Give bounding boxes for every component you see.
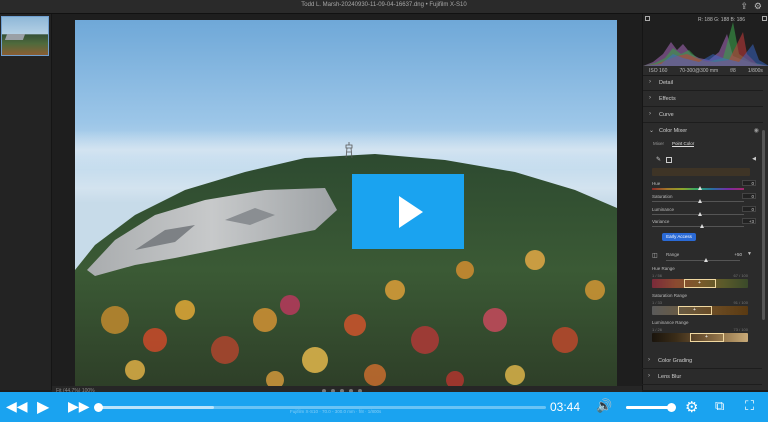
hue-value[interactable]: 0: [742, 180, 756, 186]
chevron-right-icon: ›: [649, 79, 651, 85]
fire-tower: [345, 142, 353, 158]
volume-icon[interactable]: 🔊: [596, 397, 612, 417]
faint-caption: Fujifilm X-S10 · 70.0 - 300.0 mm · f/8 ·…: [290, 409, 382, 414]
caret-left-icon[interactable]: ◀: [752, 156, 756, 162]
range-value[interactable]: +50: [734, 252, 742, 257]
chevron-down-icon: ⌄: [649, 128, 655, 134]
chevron-right-icon: ›: [648, 373, 650, 379]
exif-bar: ISO 160 70-300@300 mm f/8 1/800s: [643, 66, 768, 76]
section-curve[interactable]: › Curve: [643, 108, 763, 123]
histogram: R: 188 G: 188 B: 186: [643, 14, 768, 66]
selected-color-swatch[interactable]: [666, 157, 672, 163]
chevron-right-icon: ›: [649, 111, 651, 117]
volume-handle[interactable]: [667, 403, 676, 412]
window-title: Todd L. Marsh-20240930-11-09-04-16637.dn…: [301, 2, 467, 8]
tab-point-color[interactable]: Point Color: [672, 141, 695, 147]
range-slider[interactable]: ◫ Range +50 ▼: [652, 251, 756, 264]
dropdown-caret-icon[interactable]: ▼: [747, 251, 752, 257]
section-color-mixer[interactable]: ⌄ Color Mixer ◉: [643, 124, 763, 139]
saturation-range: Saturation Range 1 / 33 91 / 100 +: [652, 293, 748, 315]
time-display: 03:44: [550, 400, 581, 414]
histogram-graph: [643, 22, 768, 66]
eyedropper-icon[interactable]: ✎: [656, 157, 661, 163]
range-icon: ◫: [652, 253, 658, 259]
play-overlay-button[interactable]: [352, 174, 464, 249]
hue-range-bar[interactable]: +: [652, 279, 748, 288]
volume-slider[interactable]: [626, 403, 676, 412]
progress-bar[interactable]: [94, 403, 546, 412]
saturation-slider[interactable]: Saturation 0: [652, 193, 756, 206]
chevron-right-icon: ›: [648, 357, 650, 363]
luminance-value[interactable]: 0: [742, 206, 756, 212]
settings-gear-icon[interactable]: ⚙: [685, 397, 698, 417]
picture-in-picture-icon[interactable]: ⧉: [715, 397, 724, 417]
exif-aperture: f/8: [730, 68, 736, 74]
fast-forward-icon[interactable]: ▶▶: [68, 397, 90, 417]
hue-slider[interactable]: Hue 0: [652, 180, 756, 193]
visibility-eye-icon[interactable]: ◉: [754, 127, 759, 134]
volume-fill: [626, 406, 672, 409]
luminance-slider[interactable]: Luminance 0: [652, 206, 756, 219]
hue-range: Hue Range 1 / 56 67 / 100 +: [652, 266, 748, 288]
luminance-range-bar[interactable]: +: [652, 333, 748, 342]
section-effects[interactable]: › Effects: [643, 92, 763, 107]
video-controls: Fujifilm X-S10 · 70.0 - 300.0 mm · f/8 ·…: [0, 392, 768, 422]
luminance-range: Luminance Range 1 / 26 73 / 100 +: [652, 320, 748, 342]
section-detail[interactable]: › Detail: [643, 76, 763, 91]
landscape-image: [75, 154, 617, 386]
progress-handle[interactable]: [94, 403, 103, 412]
tab-mixer[interactable]: Mixer: [653, 141, 664, 147]
window-title-bar: Todd L. Marsh-20240930-11-09-04-16637.dn…: [0, 0, 768, 14]
rewind-icon[interactable]: ◀◀: [6, 397, 28, 417]
chevron-right-icon: ›: [649, 95, 651, 101]
color-mixer-tabs: Mixer Point Color: [653, 141, 695, 147]
variance-slider[interactable]: Variance +3: [652, 218, 756, 231]
progress-buffered: [98, 406, 215, 409]
saturation-value[interactable]: 0: [742, 193, 756, 199]
exif-iso: ISO 160: [649, 68, 668, 74]
panel-scrollbar[interactable]: [762, 130, 765, 320]
sampled-color-bar: [652, 168, 750, 176]
exif-focal: 70-300@300 mm: [679, 68, 719, 74]
fullscreen-icon[interactable]: ⛶: [745, 397, 754, 417]
export-icon[interactable]: ⇪: [740, 1, 748, 12]
photo-preview[interactable]: [75, 20, 617, 386]
saturation-range-bar[interactable]: +: [652, 306, 748, 315]
filmstrip-thumbnail[interactable]: [1, 16, 49, 56]
section-color-grading[interactable]: › Color Grading: [642, 354, 762, 369]
play-icon: [399, 195, 423, 228]
section-lens-blur[interactable]: › Lens Blur: [642, 370, 762, 385]
filmstrip: [0, 14, 52, 390]
variance-value[interactable]: +3: [742, 218, 756, 224]
play-icon[interactable]: ▶: [37, 397, 49, 417]
exif-shutter: 1/800s: [747, 68, 763, 74]
point-color-picker-row: ✎ ◀: [656, 156, 756, 164]
settings-gear-icon[interactable]: ⚙: [754, 1, 762, 12]
image-canvas: [52, 14, 642, 386]
early-access-badge[interactable]: Early Access: [662, 233, 696, 241]
